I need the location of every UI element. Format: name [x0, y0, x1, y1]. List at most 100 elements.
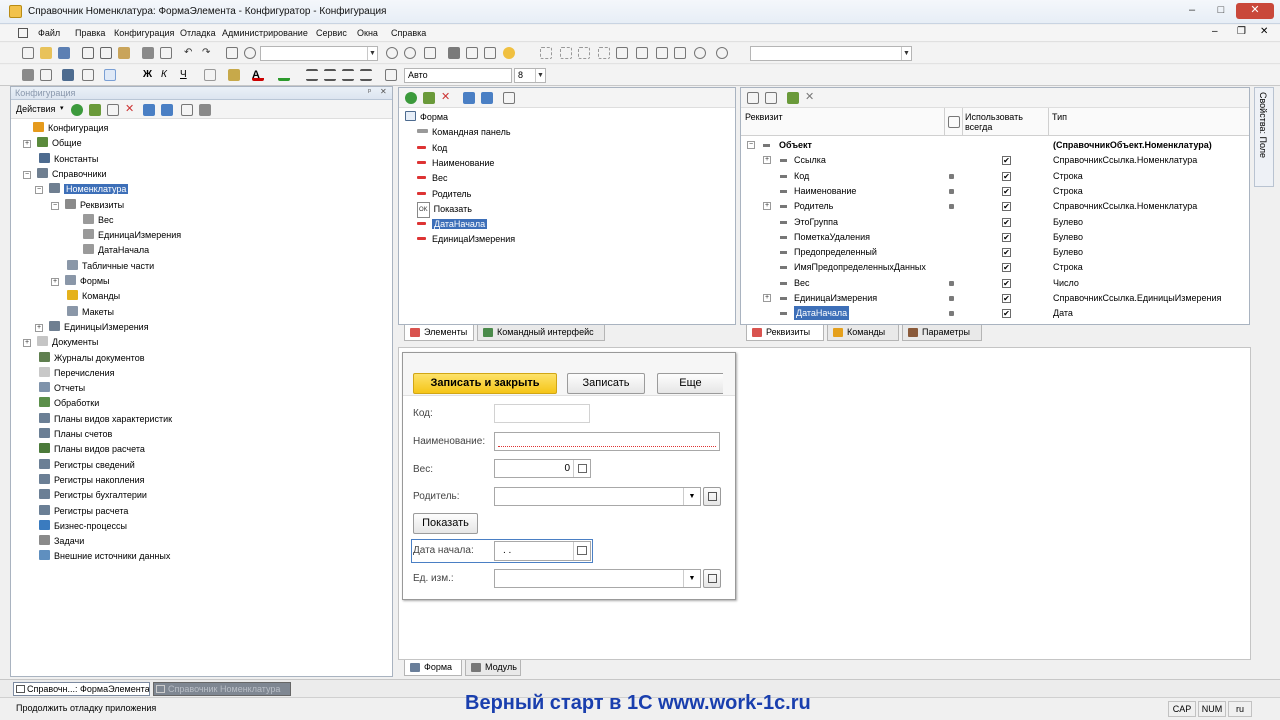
redo-icon[interactable]: ↷	[202, 47, 214, 59]
collapse-icon[interactable]: −	[35, 186, 43, 195]
tree-item[interactable]: − Справочники	[23, 167, 107, 181]
chevron-down-icon[interactable]: ▼	[901, 47, 911, 60]
move-up-icon[interactable]	[463, 92, 475, 104]
align-left-icon[interactable]	[306, 69, 318, 81]
properties-icon[interactable]	[181, 104, 193, 116]
element-item[interactable]: Форма	[405, 110, 448, 124]
maximize-button[interactable]: □	[1207, 3, 1235, 19]
menu-debug[interactable]: Отладка	[180, 28, 216, 38]
actions-menu[interactable]: Действия	[16, 104, 55, 114]
open-unit-button[interactable]	[703, 569, 721, 588]
tree-item[interactable]: Команды	[51, 289, 120, 303]
copy-icon[interactable]	[100, 47, 112, 59]
highlight-icon[interactable]	[278, 69, 290, 81]
system-menu-icon[interactable]	[18, 28, 28, 38]
edit-icon[interactable]	[787, 92, 799, 104]
menu-service[interactable]: Сервис	[316, 28, 347, 38]
expand-icon[interactable]: +	[51, 278, 59, 286]
size-combo[interactable]: 8 ▼	[514, 68, 546, 83]
tree-item[interactable]: Константы	[23, 152, 98, 166]
table-row[interactable]: + Родитель ✔ СправочникСсылка.Номенклатура	[741, 199, 1251, 214]
tab-command-interface[interactable]: Командный интерфейс	[477, 325, 605, 341]
calculator-icon[interactable]	[573, 460, 590, 477]
tab-elements[interactable]: Элементы	[404, 325, 474, 341]
minimize-button[interactable]: –	[1178, 3, 1206, 19]
add-icon[interactable]	[405, 92, 417, 104]
find-prev-icon[interactable]	[404, 47, 416, 59]
more-button[interactable]: Еще	[657, 373, 723, 394]
font-color-icon[interactable]: А	[252, 69, 264, 81]
table-icon[interactable]	[765, 92, 777, 104]
tree-item[interactable]: Планы видов расчета	[23, 442, 145, 456]
column-type[interactable]: Тип	[1052, 112, 1067, 122]
unit-input[interactable]: ▼	[494, 569, 701, 588]
font-icon[interactable]	[385, 69, 397, 81]
tab-form[interactable]: Форма	[404, 660, 462, 676]
tab-attributes[interactable]: Реквизиты	[746, 325, 824, 341]
table-row[interactable]: ЭтоГруппа ✔ Булево	[741, 215, 1251, 230]
find-next-icon[interactable]	[386, 47, 398, 59]
tree-item[interactable]: Бизнес-процессы	[23, 519, 127, 533]
save-button[interactable]: Записать	[567, 373, 645, 394]
paste-icon[interactable]	[118, 47, 130, 59]
window-tab-form[interactable]: Справочн...: ФормаЭлемента	[13, 682, 150, 696]
panel-close-icon[interactable]: ✕	[380, 87, 387, 96]
close-button[interactable]: ✕	[1236, 3, 1274, 19]
table-row[interactable]: Вес ✔ Число	[741, 276, 1251, 291]
side-panel-tab[interactable]: Свойства: Поле	[1254, 87, 1274, 187]
bookmark-icon[interactable]	[448, 47, 460, 59]
columns-icon[interactable]	[40, 69, 52, 81]
chevron-down-icon[interactable]: ▼	[535, 69, 545, 82]
merge-icon[interactable]	[82, 69, 94, 81]
use-always-checkbox[interactable]: ✔	[1002, 278, 1011, 288]
global-search-combo[interactable]: ▼	[750, 46, 912, 61]
inner-close-button[interactable]: ✕	[1260, 26, 1268, 37]
grid-icon[interactable]	[22, 69, 34, 81]
panel-toggle-icon[interactable]	[104, 69, 116, 81]
expand-icon[interactable]: +	[23, 140, 31, 149]
tree-item[interactable]: Табличные части	[51, 259, 154, 273]
table-row[interactable]: ИмяПредопределенныхДанных ✔ Строка	[741, 260, 1251, 275]
name-input[interactable]	[494, 432, 720, 451]
font-combo[interactable]: Авто	[404, 68, 512, 83]
step-icon[interactable]	[578, 47, 590, 59]
tab-commands[interactable]: Команды	[827, 325, 899, 341]
breakpoint-icon[interactable]	[616, 47, 628, 59]
collapse-icon[interactable]: −	[23, 170, 31, 179]
align-center-icon[interactable]	[324, 69, 336, 81]
inner-restore-button[interactable]: ❐	[1237, 26, 1246, 37]
preview-icon[interactable]	[160, 47, 172, 59]
menu-configuration[interactable]: Конфигурация	[114, 28, 174, 38]
undo-icon[interactable]: ↶	[184, 47, 196, 59]
use-always-checkbox[interactable]: ✔	[1002, 171, 1011, 181]
use-always-checkbox[interactable]: ✔	[1002, 156, 1011, 166]
tree-item[interactable]: Задачи	[23, 534, 84, 548]
move-up-icon[interactable]	[143, 104, 155, 116]
tab-parameters[interactable]: Параметры	[902, 325, 982, 341]
show-button[interactable]: Показать	[413, 513, 478, 534]
find-icon[interactable]	[226, 47, 238, 59]
table-icon[interactable]	[62, 69, 74, 81]
new-icon[interactable]	[22, 47, 34, 59]
menu-administration[interactable]: Администрирование	[222, 28, 308, 38]
tree-item[interactable]: Регистры сведений	[23, 458, 135, 472]
expand-icon[interactable]: +	[763, 202, 771, 211]
code-input[interactable]	[494, 404, 590, 423]
open-parent-button[interactable]	[703, 487, 721, 506]
search-combo[interactable]: ▼	[260, 46, 378, 61]
edit-icon[interactable]	[89, 104, 101, 116]
goto-icon[interactable]	[466, 47, 478, 59]
replace-icon[interactable]	[424, 47, 436, 59]
timer-icon[interactable]	[716, 47, 728, 59]
element-item[interactable]: OK Показать	[417, 201, 472, 218]
tree-item[interactable]: Регистры расчета	[23, 504, 128, 518]
column-settings-icon[interactable]	[948, 116, 960, 128]
table-row[interactable]: − Объект (СправочникОбъект.Номенклатура)	[741, 138, 1251, 153]
calculator-icon[interactable]	[656, 47, 668, 59]
tree-item[interactable]: − Реквизиты	[51, 198, 124, 212]
table-row[interactable]: Код ✔ Строка	[741, 169, 1251, 184]
element-item[interactable]: Родитель	[417, 187, 471, 201]
tree-item[interactable]: Регистры накопления	[23, 473, 145, 487]
chevron-down-icon[interactable]: ▼	[367, 47, 377, 60]
menu-file[interactable]: Файл	[38, 28, 60, 38]
